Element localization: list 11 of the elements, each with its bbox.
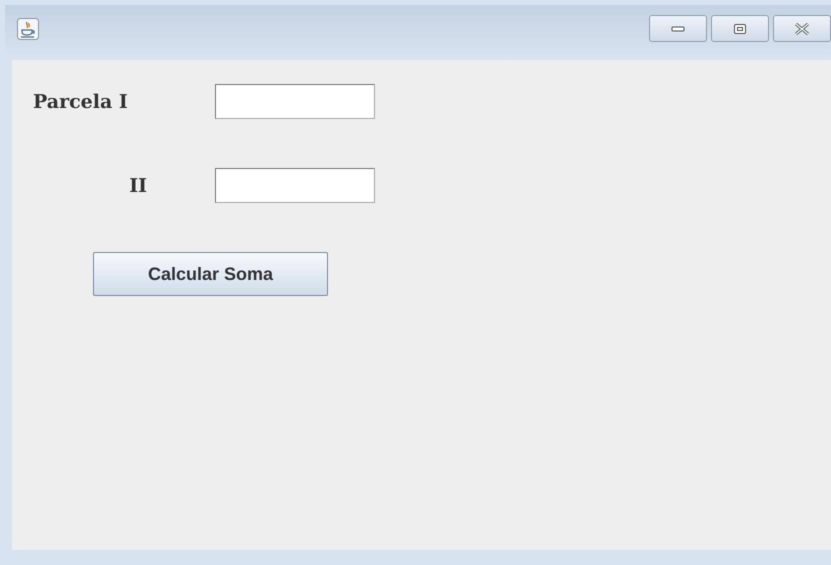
minimize-icon [671,24,685,32]
close-button[interactable] [773,15,831,42]
maximize-icon [733,22,747,34]
coffee-cup-icon [17,18,39,40]
input-field[interactable] [215,84,375,119]
calculate-button[interactable]: Calcular Soma [93,252,328,296]
input-field[interactable] [215,168,375,203]
field-label: Parcela I [33,90,129,112]
field-label: II [129,174,147,196]
maximize-button[interactable] [711,15,769,42]
close-icon [793,22,811,34]
